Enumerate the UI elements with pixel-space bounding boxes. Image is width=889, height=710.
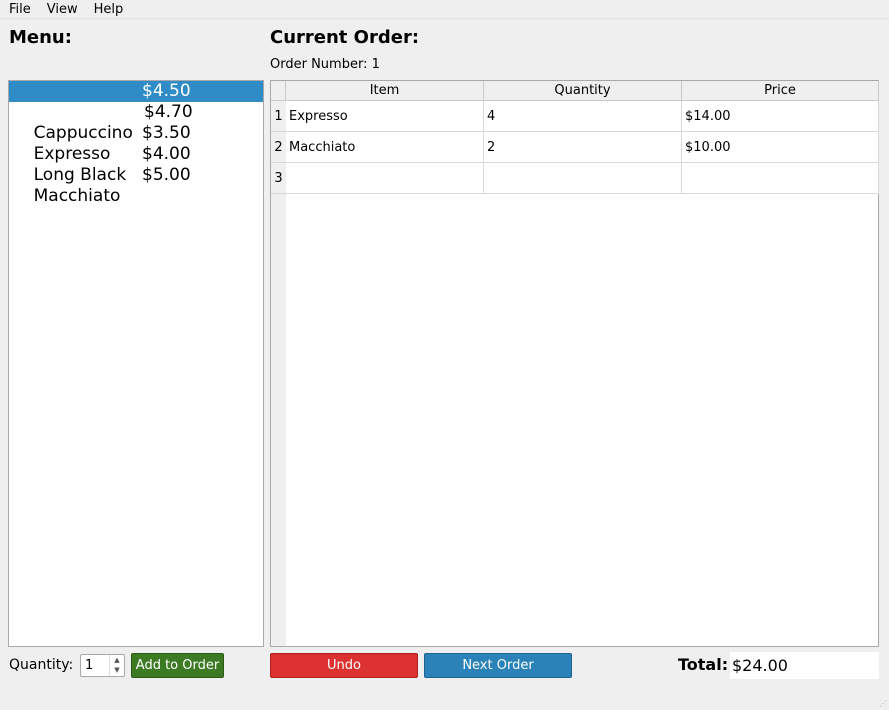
menu-item-price: $3.50 [142, 123, 191, 143]
total-value-field: $24.00 [730, 652, 879, 679]
row-header[interactable]: 2 [271, 132, 286, 163]
spin-arrows: ▲ ▼ [109, 655, 124, 676]
column-header-quantity[interactable]: Quantity [484, 81, 682, 101]
column-header-item[interactable]: Item [286, 81, 484, 101]
size-grip-icon[interactable]: ⋰ [879, 700, 887, 708]
menu-item-flat-white[interactable]: Flat White $4.50 [9, 81, 263, 122]
menu-item-macchiato[interactable]: Macchiato $5.00 [9, 165, 263, 206]
row-header[interactable]: 3 [271, 163, 286, 194]
table-cell-item[interactable]: Macchiato [286, 132, 484, 163]
table-cell-price[interactable]: $14.00 [682, 101, 879, 132]
menu-view[interactable]: View [39, 0, 86, 19]
spin-up-icon[interactable]: ▲ [110, 655, 124, 665]
menu-heading: Menu: [9, 27, 72, 48]
table-cell-price[interactable]: $10.00 [682, 132, 879, 163]
menu-item-price: $4.50 [142, 81, 191, 101]
menu-item-price: $5.00 [142, 165, 191, 185]
table-corner[interactable] [271, 81, 286, 101]
quantity-value[interactable]: 1 [85, 658, 93, 673]
add-to-order-button[interactable]: Add to Order [131, 653, 224, 678]
menu-item-long-black[interactable]: Long Black $4.00 [9, 144, 263, 185]
menu-item-expresso[interactable]: Expresso $3.50 [9, 123, 263, 164]
menu-bar: File View Help [0, 0, 889, 19]
menu-list[interactable]: Flat White $4.50 Cappuccino $4.70 Expres… [8, 80, 264, 647]
quantity-spinbox[interactable]: 1 ▲ ▼ [80, 654, 125, 677]
table-cell-item[interactable] [286, 163, 484, 194]
order-table[interactable]: Item Quantity Price 1 Expresso 4 $14.00 … [270, 80, 879, 647]
menu-help[interactable]: Help [86, 0, 132, 19]
table-cell-price[interactable] [682, 163, 879, 194]
menu-item-price: $4.70 [144, 102, 193, 122]
table-cell-item[interactable]: Expresso [286, 101, 484, 132]
row-header[interactable]: 1 [271, 101, 286, 132]
next-order-button[interactable]: Next Order [424, 653, 572, 678]
table-cell-quantity[interactable] [484, 163, 682, 194]
menu-item-price: $4.00 [142, 144, 191, 164]
menu-item-name: Macchiato [33, 186, 121, 206]
menu-item-cappuccino[interactable]: Cappuccino $4.70 [9, 102, 263, 143]
quantity-label: Quantity: [9, 657, 74, 673]
undo-button[interactable]: Undo [270, 653, 418, 678]
spin-down-icon[interactable]: ▼ [110, 665, 124, 675]
current-order-heading: Current Order: [270, 27, 420, 48]
column-header-price[interactable]: Price [682, 81, 879, 101]
order-number-label: Order Number: 1 [270, 57, 380, 72]
menu-file[interactable]: File [0, 0, 39, 19]
total-label: Total: [678, 655, 729, 674]
table-cell-quantity[interactable]: 4 [484, 101, 682, 132]
table-cell-quantity[interactable]: 2 [484, 132, 682, 163]
